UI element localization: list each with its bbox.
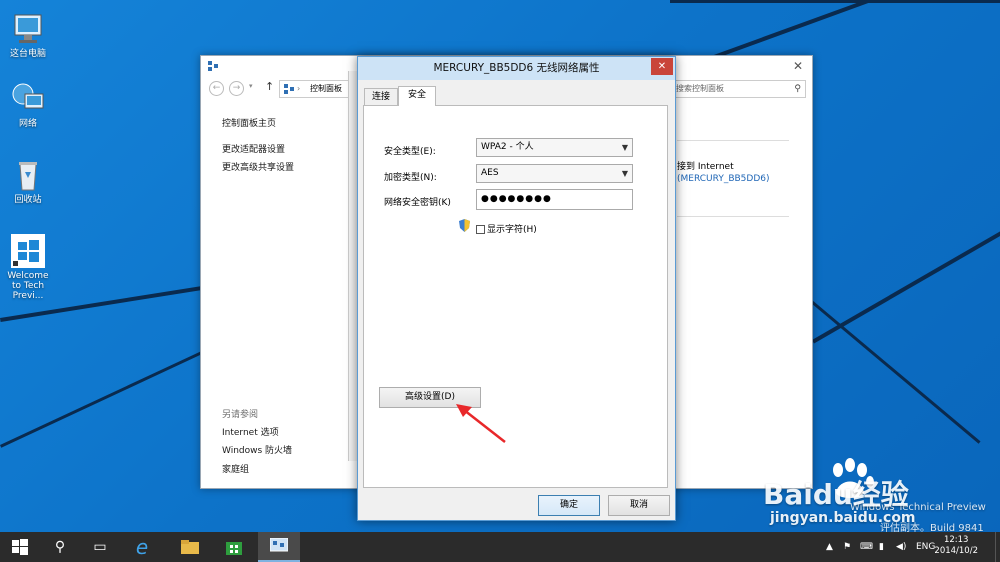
start-button[interactable] <box>2 532 38 562</box>
volume-icon[interactable]: ◀) <box>896 532 906 562</box>
keyboard-icon[interactable]: ⌨ <box>860 532 873 562</box>
tab-security[interactable]: 安全 <box>398 86 436 106</box>
internet-explorer-icon[interactable]: e <box>124 532 160 562</box>
task-view-icon[interactable]: ▭ <box>82 532 118 562</box>
taskbar: ⚲ ▭ e ▲ ⚑ ⌨ ▮ ◀) ENG 12:13 2014/10/2 <box>0 532 1000 562</box>
tray-overflow-icon[interactable]: ▲ <box>826 532 833 562</box>
file-explorer-icon[interactable] <box>172 532 208 562</box>
clock-time: 12:13 <box>943 535 969 545</box>
baidu-url: jingyan.baidu.com <box>770 510 916 526</box>
show-desktop-button[interactable] <box>995 532 1000 562</box>
clock[interactable]: 12:13 2014/10/2 <box>934 535 978 557</box>
baidu-brand: Baidu经验 <box>763 478 909 511</box>
network-icon[interactable]: ▮ <box>879 532 884 562</box>
language-indicator[interactable]: ENG <box>916 532 935 562</box>
control-panel-taskbar-icon[interactable] <box>258 532 300 562</box>
flag-icon[interactable]: ⚑ <box>843 532 851 562</box>
windows-logo-icon <box>12 539 28 555</box>
search-icon[interactable]: ⚲ <box>42 532 78 562</box>
store-icon[interactable] <box>216 532 252 562</box>
clock-date: 2014/10/2 <box>934 546 978 556</box>
